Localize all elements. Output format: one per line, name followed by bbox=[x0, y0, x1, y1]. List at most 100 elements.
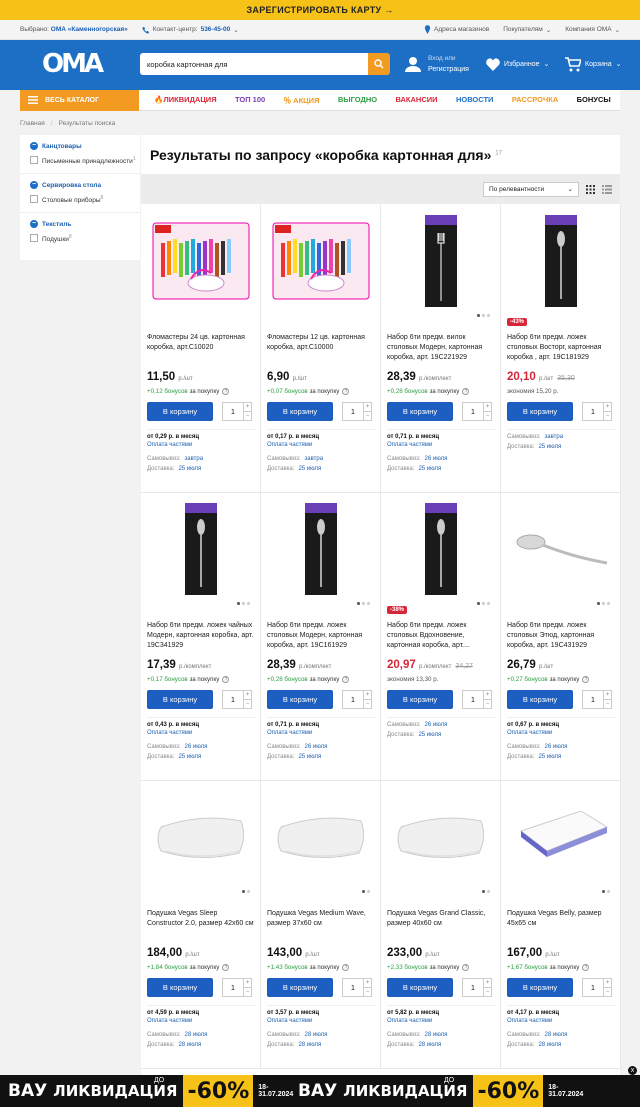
quantity-value[interactable]: 1 bbox=[343, 691, 363, 708]
delivery-date[interactable]: 28 июля bbox=[298, 1042, 321, 1048]
quantity-stepper[interactable]: 1 + − bbox=[222, 402, 252, 421]
delivery-date[interactable]: 25 июля bbox=[538, 754, 561, 760]
image-dots[interactable] bbox=[602, 890, 610, 893]
sort-select[interactable]: По релевантности ⌄ bbox=[483, 181, 579, 197]
dot[interactable] bbox=[482, 314, 485, 317]
installment-link[interactable]: Оплата частями bbox=[507, 1018, 552, 1024]
dot[interactable] bbox=[242, 890, 245, 893]
quantity-value[interactable]: 1 bbox=[583, 691, 603, 708]
installment-link[interactable]: Оплата частями bbox=[387, 442, 432, 448]
quantity-stepper[interactable]: 1 + − bbox=[222, 690, 252, 709]
product-image-wrap[interactable] bbox=[267, 499, 375, 599]
help-icon[interactable]: ? bbox=[342, 676, 350, 683]
quantity-stepper[interactable]: 1 + − bbox=[582, 402, 612, 421]
help-icon[interactable]: ? bbox=[222, 676, 230, 683]
image-dots[interactable] bbox=[477, 314, 490, 317]
plus-icon[interactable]: + bbox=[364, 403, 371, 412]
image-dots[interactable] bbox=[362, 890, 370, 893]
contact-phone[interactable]: 536-45-00 bbox=[201, 26, 231, 33]
pickup-date[interactable]: завтра bbox=[545, 434, 564, 440]
installment-link[interactable]: Оплата частями bbox=[147, 1018, 192, 1024]
installment-link[interactable]: Оплата частями bbox=[387, 1018, 432, 1024]
quantity-value[interactable]: 1 bbox=[463, 403, 483, 420]
pickup-date[interactable]: 28 июля bbox=[545, 1032, 568, 1038]
installment-link[interactable]: Оплата частями bbox=[147, 442, 192, 448]
product-card[interactable]: Подушка Vegas Medium Wave, размер 37х60 … bbox=[261, 781, 381, 1069]
product-card[interactable]: Фломастеры 12 цв. картонная коробка, арт… bbox=[261, 205, 381, 493]
dot[interactable] bbox=[487, 314, 490, 317]
banner-segment[interactable]: ВАУ ЛИКВИДАЦИЯ ДО -60% 18-31.07.2024 bbox=[290, 1075, 583, 1107]
plus-icon[interactable]: + bbox=[484, 403, 491, 412]
quantity-stepper[interactable]: 1 + − bbox=[582, 978, 612, 997]
list-view-icon[interactable] bbox=[602, 184, 612, 194]
dot[interactable] bbox=[367, 890, 370, 893]
pickup-date[interactable]: завтра bbox=[185, 456, 204, 462]
plus-icon[interactable]: + bbox=[364, 691, 371, 700]
filter-group-title[interactable]: − Канцтовары bbox=[30, 142, 140, 150]
product-card[interactable]: Набор 6ти предм. вилок столовых Модерн, … bbox=[381, 205, 501, 493]
stores-link[interactable]: Адреса магазинов bbox=[424, 25, 489, 34]
help-icon[interactable]: ? bbox=[462, 964, 470, 971]
pickup-date[interactable]: завтра bbox=[305, 456, 324, 462]
breadcrumb-home[interactable]: Главная bbox=[20, 120, 45, 127]
delivery-date[interactable]: 28 июля bbox=[538, 1042, 561, 1048]
installment-link[interactable]: Оплата частями bbox=[267, 442, 312, 448]
add-to-cart-button[interactable]: В корзину bbox=[267, 690, 333, 709]
pickup-date[interactable]: 28 июля bbox=[425, 1032, 448, 1038]
quantity-value[interactable]: 1 bbox=[583, 403, 603, 420]
help-icon[interactable]: ? bbox=[342, 964, 350, 971]
add-to-cart-button[interactable]: В корзину bbox=[507, 402, 573, 421]
filter-group-title[interactable]: − Сервировка стола bbox=[30, 181, 140, 190]
nav-item[interactable]: БОНУСЫ bbox=[577, 95, 611, 106]
add-to-cart-button[interactable]: В корзину bbox=[387, 402, 453, 421]
promo-banner[interactable]: ВАУ ЛИКВИДАЦИЯ ДО -60% 18-31.07.2024 ВАУ ЛИКВИ… bbox=[0, 1075, 640, 1107]
product-image-wrap[interactable] bbox=[507, 211, 615, 311]
pickup-date[interactable]: 28 июля bbox=[305, 1032, 328, 1038]
dot[interactable] bbox=[477, 314, 480, 317]
add-to-cart-button[interactable]: В корзину bbox=[267, 402, 333, 421]
add-to-cart-button[interactable]: В корзину bbox=[147, 690, 213, 709]
installment-link[interactable]: Оплата частями bbox=[267, 1018, 312, 1024]
delivery-date[interactable]: 28 июля bbox=[178, 1042, 201, 1048]
banner-segment[interactable]: ВАУ ЛИКВИДАЦИЯ ДО -60% 18-31.07.2024 bbox=[0, 1075, 293, 1107]
add-to-cart-button[interactable]: В корзину bbox=[507, 978, 573, 997]
dot[interactable] bbox=[487, 890, 490, 893]
dot[interactable] bbox=[357, 602, 360, 605]
checkbox[interactable] bbox=[30, 234, 38, 243]
dot[interactable] bbox=[607, 602, 610, 605]
dot[interactable] bbox=[602, 602, 605, 605]
help-icon[interactable]: ? bbox=[582, 964, 590, 971]
nav-item[interactable]: ％ АКЦИЯ bbox=[284, 95, 320, 106]
login-link[interactable]: Вход или Регистрация bbox=[405, 40, 469, 88]
quantity-stepper[interactable]: 1 + − bbox=[462, 402, 492, 421]
product-name[interactable]: Набор 6ти предм. вилок столовых Модерн, … bbox=[387, 333, 495, 365]
plus-icon[interactable]: + bbox=[244, 403, 251, 412]
plus-icon[interactable]: + bbox=[364, 979, 371, 988]
minus-icon[interactable]: − bbox=[364, 988, 371, 996]
minus-icon[interactable]: − bbox=[364, 412, 371, 420]
close-icon[interactable]: x bbox=[628, 1066, 637, 1075]
minus-icon[interactable]: − bbox=[604, 988, 611, 996]
product-name[interactable]: Фломастеры 12 цв. картонная коробка, арт… bbox=[267, 333, 375, 365]
minus-icon[interactable]: − bbox=[604, 412, 611, 420]
minus-icon[interactable]: − bbox=[484, 988, 491, 996]
add-to-cart-button[interactable]: В корзину bbox=[507, 690, 573, 709]
product-image-wrap[interactable] bbox=[507, 787, 615, 887]
product-name[interactable]: Подушка Vegas Sleep Constructor 2.0, раз… bbox=[147, 909, 255, 941]
nav-item[interactable]: РАССРОЧКА bbox=[512, 95, 558, 106]
add-to-cart-button[interactable]: В корзину bbox=[387, 690, 453, 709]
plus-icon[interactable]: + bbox=[244, 979, 251, 988]
plus-icon[interactable]: + bbox=[604, 403, 611, 412]
product-name[interactable]: Набор 6ти предм. ложек столовых Модерн, … bbox=[267, 621, 375, 653]
pickup-date[interactable]: 26 июля bbox=[425, 456, 448, 462]
dot[interactable] bbox=[602, 890, 605, 893]
quantity-value[interactable]: 1 bbox=[223, 691, 243, 708]
register-card-banner[interactable]: ЗАРЕГИСТРИРОВАТЬ КАРТУ → bbox=[0, 0, 640, 20]
minus-icon[interactable]: − bbox=[364, 700, 371, 708]
help-icon[interactable]: ? bbox=[582, 676, 590, 683]
product-card[interactable]: -38% Набор 6ти предм. ложек столовых Вдох… bbox=[381, 493, 501, 781]
product-name[interactable]: Набор 6ти предм. ложек столовых Этюд, ка… bbox=[507, 621, 615, 653]
logo[interactable]: ОМА bbox=[42, 50, 106, 78]
delivery-date[interactable]: 25 июля bbox=[298, 466, 321, 472]
product-name[interactable]: Набор 6ти предм. ложек чайных Модерн, ка… bbox=[147, 621, 255, 653]
